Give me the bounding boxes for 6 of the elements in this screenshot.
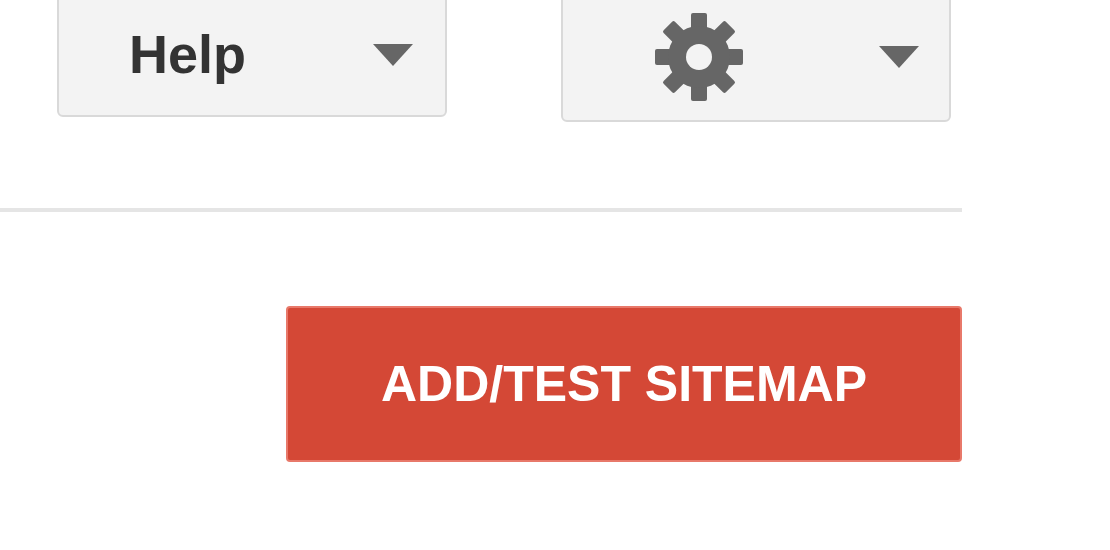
- caret-icon: [373, 43, 413, 66]
- help-button[interactable]: Help: [57, 0, 447, 117]
- add-sitemap-button[interactable]: ADD/TEST SITEMAP: [286, 306, 962, 462]
- settings-button[interactable]: [561, 0, 951, 122]
- settings-icon: [653, 11, 745, 103]
- caret-icon: [879, 46, 919, 68]
